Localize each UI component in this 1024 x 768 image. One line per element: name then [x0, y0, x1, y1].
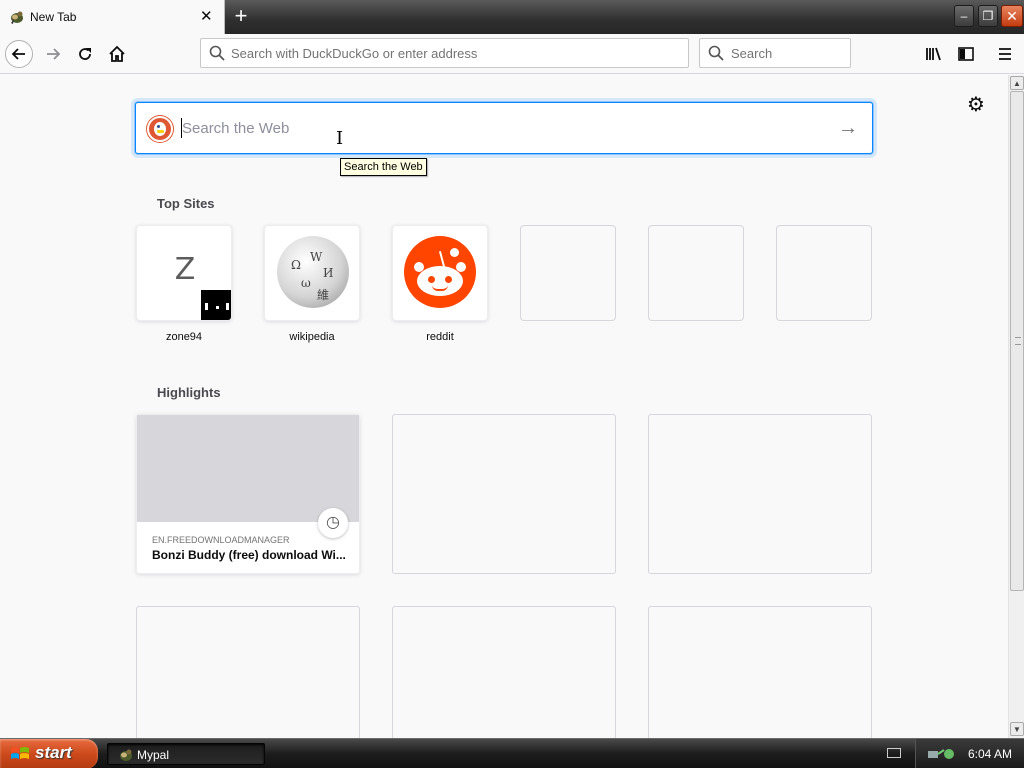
minimize-button[interactable]: –: [954, 5, 974, 27]
highlight-placeholder: [136, 606, 360, 738]
arrow-right-icon[interactable]: →: [836, 116, 860, 140]
reload-icon: [79, 48, 91, 60]
vertical-scrollbar[interactable]: ▲ ▼: [1008, 75, 1024, 738]
scroll-thumb[interactable]: [1010, 91, 1024, 591]
library-icon: [926, 47, 941, 61]
tile-letter: Z: [174, 252, 196, 287]
top-site-zone94[interactable]: Z: [136, 225, 232, 321]
home-button[interactable]: [103, 40, 131, 68]
mypal-tab-icon: [11, 11, 23, 24]
reload-button[interactable]: [71, 40, 99, 68]
start-label: start: [35, 743, 72, 762]
taskbar-item-mypal[interactable]: Mypal: [107, 743, 265, 765]
text-caret: [181, 118, 182, 138]
address-input[interactable]: [231, 44, 671, 62]
highlight-placeholder: [648, 414, 872, 574]
top-site-label[interactable]: zone94: [136, 331, 232, 343]
highlights-heading: Highlights: [157, 385, 221, 400]
mypal-app-icon: [120, 749, 132, 761]
top-sites-heading: Top Sites: [157, 196, 215, 211]
sidebar-icon: [958, 47, 974, 61]
tab-strip: New Tab ✕ + – ❐ ✕: [0, 0, 1024, 34]
highlight-placeholder: [392, 606, 616, 738]
system-tray: 6:04 AM: [915, 739, 1024, 768]
highlight-host: EN.FREEDOWNLOADMANAGER: [152, 535, 290, 545]
arrow-left-icon: [11, 48, 25, 60]
tab-title: New Tab: [30, 10, 77, 24]
start-button[interactable]: start: [0, 739, 98, 768]
web-search-box[interactable]: →: [135, 102, 873, 154]
duckduckgo-icon: [147, 116, 173, 142]
taskbar: start Mypal 6:04 AM: [0, 738, 1024, 768]
address-bar[interactable]: [200, 38, 689, 68]
top-site-reddit[interactable]: [392, 225, 488, 321]
gear-icon[interactable]: ⚙: [965, 94, 987, 116]
web-search-input[interactable]: [182, 117, 822, 139]
wikipedia-globe-icon: Ω W И ω 維: [277, 236, 349, 308]
top-site-empty: [648, 225, 744, 321]
scroll-down-arrow-icon[interactable]: ▼: [1010, 722, 1024, 736]
highlight-placeholder: [392, 414, 616, 574]
keyboard-icon[interactable]: [887, 748, 901, 758]
back-button[interactable]: [5, 40, 33, 68]
clock-icon: ◷: [318, 508, 348, 538]
library-button[interactable]: [920, 40, 948, 68]
restore-button[interactable]: ❐: [978, 5, 998, 27]
search-input[interactable]: [731, 44, 841, 62]
forward-button[interactable]: [39, 40, 67, 68]
menu-button[interactable]: [991, 40, 1019, 68]
home-icon: [109, 45, 125, 62]
new-tab-button[interactable]: +: [228, 3, 254, 29]
new-tab-page: ⚙ → I Search the Web Top Sites Z zone94 …: [0, 75, 1008, 738]
hamburger-menu-icon: [999, 48, 1011, 60]
top-site-empty: [776, 225, 872, 321]
highlight-card[interactable]: ◷ EN.FREEDOWNLOADMANAGER Bonzi Buddy (fr…: [136, 414, 360, 574]
search-bar[interactable]: [699, 38, 851, 68]
clock: 6:04 AM: [968, 747, 1013, 761]
taskbar-item-label: Mypal: [137, 748, 170, 762]
highlight-thumbnail: [137, 415, 359, 522]
tab-close-button[interactable]: ✕: [200, 7, 213, 25]
search-icon: [209, 45, 225, 61]
network-icon[interactable]: [926, 746, 956, 762]
reddit-icon: [404, 236, 476, 308]
windows-flag-icon: [11, 747, 29, 759]
top-site-label[interactable]: wikipedia: [264, 331, 360, 343]
tab-new-tab[interactable]: New Tab ✕: [0, 0, 225, 34]
top-site-label[interactable]: reddit: [392, 331, 488, 343]
sidebar-button[interactable]: [952, 40, 980, 68]
highlight-placeholder: [648, 606, 872, 738]
tooltip: Search the Web: [340, 158, 427, 176]
window-close-button[interactable]: ✕: [1001, 5, 1023, 27]
highlight-title: Bonzi Buddy (free) download Wi...: [152, 548, 346, 562]
arrow-right-icon: [47, 48, 61, 60]
navigation-toolbar: [0, 34, 1024, 74]
top-site-empty: [520, 225, 616, 321]
search-icon: [708, 45, 724, 61]
grip-icon: [1015, 337, 1021, 345]
text-cursor-icon: I: [336, 128, 344, 149]
pong-icon: [201, 290, 231, 320]
scroll-up-arrow-icon[interactable]: ▲: [1010, 76, 1024, 90]
top-site-wikipedia[interactable]: Ω W И ω 維: [264, 225, 360, 321]
